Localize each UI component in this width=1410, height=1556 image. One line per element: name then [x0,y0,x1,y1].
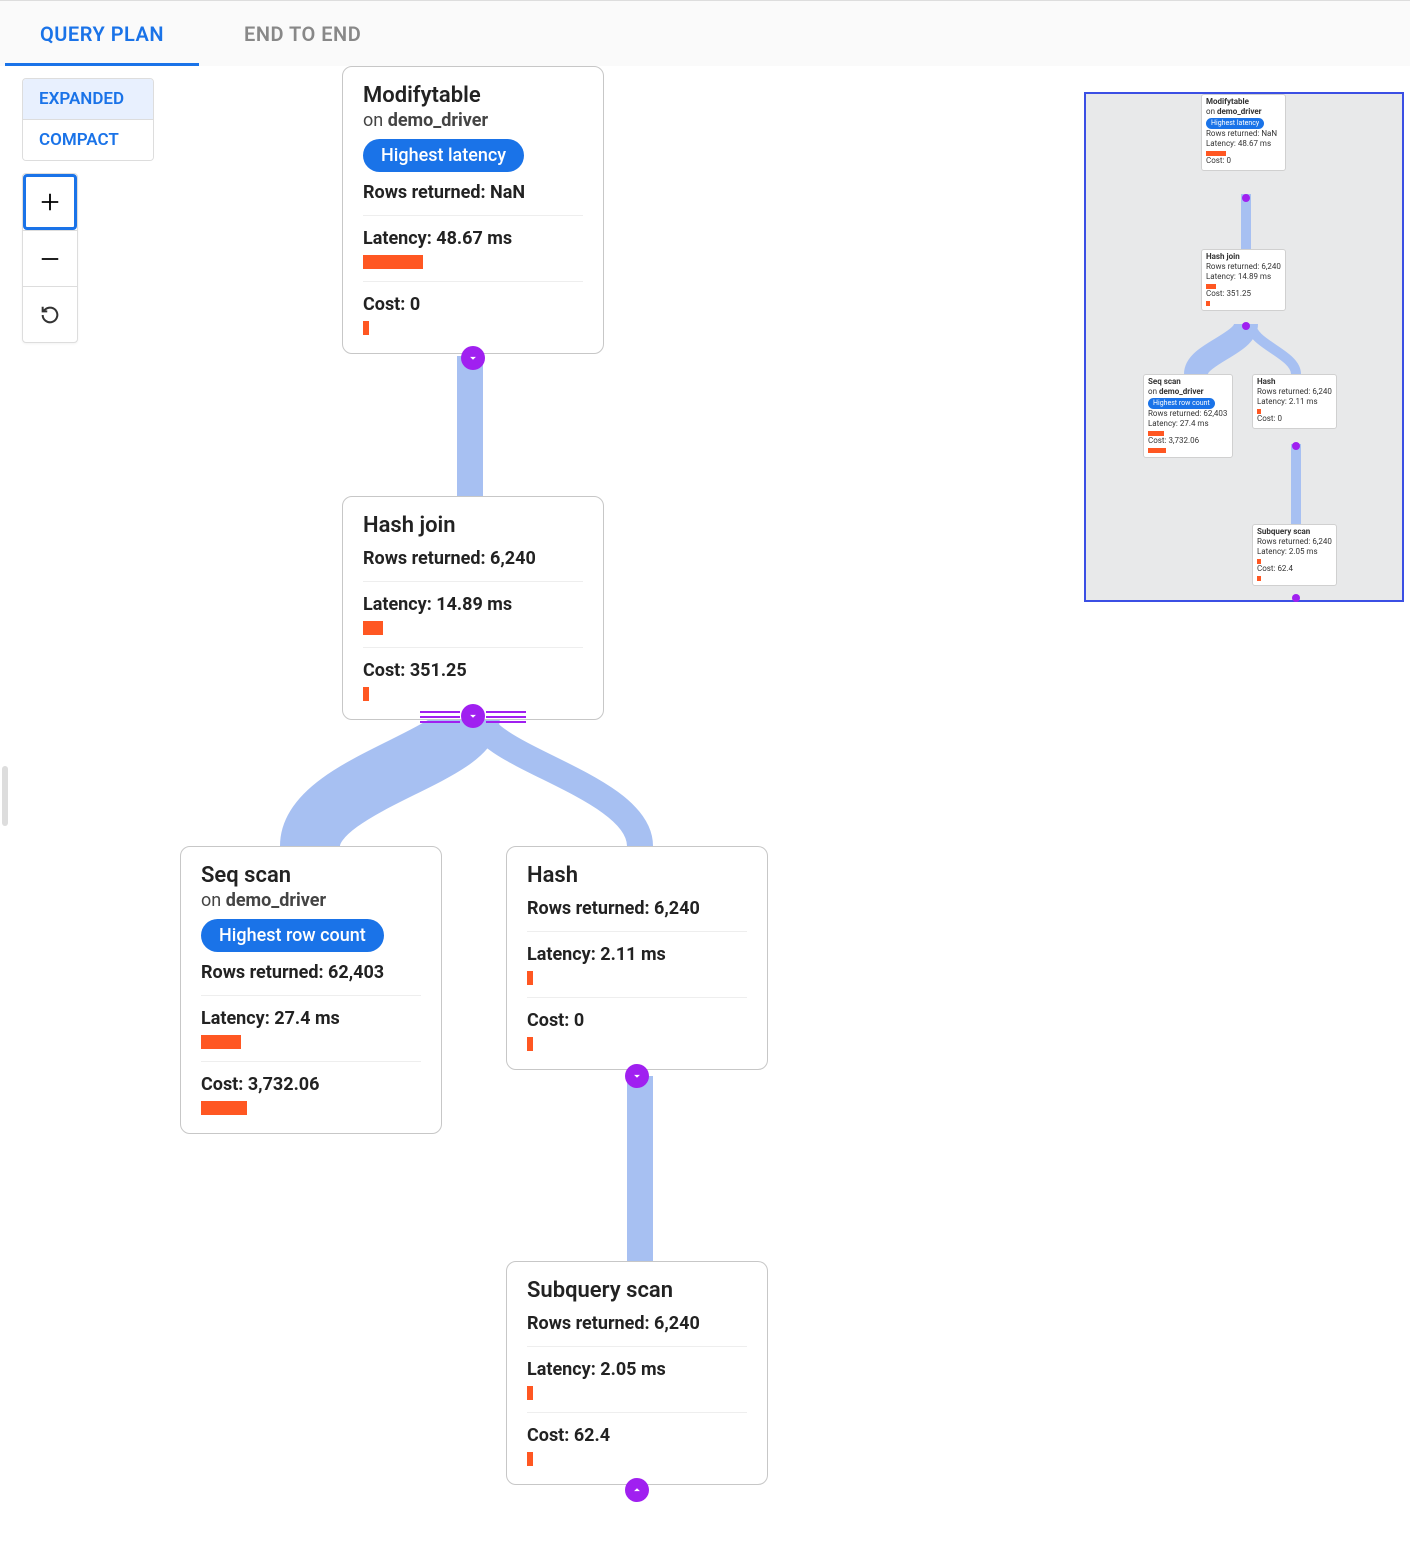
latency-label: Latency: 48.67 ms [363,228,583,249]
mini-chevron-icon [1242,322,1250,330]
node-hash[interactable]: Hash Rows returned: 6,240 Latency: 2.11 … [506,846,768,1070]
badge-highest-rowcount: Highest row count [201,919,384,952]
rows-label: Rows returned: 62,403 [201,962,421,983]
cost-bar [527,1037,533,1051]
side-controls: EXPANDED COMPACT [22,78,154,343]
rows-label: Rows returned: 6,240 [527,1313,747,1334]
zoom-controls [22,173,78,343]
chevron-up-icon[interactable] [625,1478,649,1502]
zoom-in-button[interactable] [23,174,77,230]
compact-button[interactable]: COMPACT [23,119,153,160]
node-divider-icon [420,716,460,718]
rows-label: Rows returned: NaN [363,182,583,203]
node-target: on demo_driver [201,890,421,911]
latency-label: Latency: 2.11 ms [527,944,747,965]
mini-chevron-icon [1292,594,1300,602]
cost-label: Cost: 0 [527,1010,747,1031]
chevron-down-icon[interactable] [461,704,485,728]
minus-icon [39,248,61,270]
node-divider-icon [486,716,526,718]
cost-label: Cost: 3,732.06 [201,1074,421,1095]
mini-chevron-icon [1292,442,1300,450]
latency-bar [527,971,533,985]
latency-label: Latency: 2.05 ms [527,1359,747,1380]
mini-chevron-icon [1242,194,1250,202]
node-title: Hash [527,863,747,888]
view-toggle: EXPANDED COMPACT [22,78,154,161]
chevron-down-icon[interactable] [625,1064,649,1088]
mini-node: Seq scan on demo_driver Highest row coun… [1143,374,1233,458]
cost-label: Cost: 351.25 [363,660,583,681]
node-subquery[interactable]: Subquery scan Rows returned: 6,240 Laten… [506,1261,768,1485]
mini-node: Hash join Rows returned: 6,240 Latency: … [1201,249,1286,311]
node-modifytable[interactable]: Modifytable on demo_driver Highest laten… [342,66,604,354]
plan-canvas[interactable]: EXPANDED COMPACT Modifytable on demo_dri… [0,66,1410,1556]
node-title: Hash join [363,513,583,538]
latency-bar [527,1386,533,1400]
latency-bar [201,1035,241,1049]
mini-node: Modifytable on demo_driver Highest laten… [1201,94,1286,171]
latency-label: Latency: 14.89 ms [363,594,583,615]
tabs: QUERY PLAN END TO END [0,1,1410,67]
tab-query-plan[interactable]: QUERY PLAN [0,1,204,66]
zoom-out-button[interactable] [23,230,77,286]
node-title: Seq scan [201,863,421,888]
reset-button[interactable] [23,286,77,342]
minimap[interactable]: Modifytable on demo_driver Highest laten… [1084,92,1404,602]
cost-label: Cost: 62.4 [527,1425,747,1446]
tab-end-to-end[interactable]: END TO END [204,1,401,66]
plus-icon [39,191,61,213]
drag-handle[interactable] [2,766,8,826]
mini-node: Hash Rows returned: 6,240 Latency: 2.11 … [1252,374,1337,429]
node-seqscan[interactable]: Seq scan on demo_driver Highest row coun… [180,846,442,1134]
node-hashjoin[interactable]: Hash join Rows returned: 6,240 Latency: … [342,496,604,720]
latency-bar [363,621,383,635]
chevron-down-icon[interactable] [461,346,485,370]
cost-bar [363,687,369,701]
badge-highest-latency: Highest latency [363,139,524,172]
latency-label: Latency: 27.4 ms [201,1008,421,1029]
node-title: Subquery scan [527,1278,747,1303]
cost-bar [201,1101,247,1115]
cost-bar [527,1452,533,1466]
cost-label: Cost: 0 [363,294,583,315]
cost-bar [363,321,369,335]
rows-label: Rows returned: 6,240 [363,548,583,569]
reset-icon [39,304,61,326]
mini-node: Subquery scan Rows returned: 6,240 Laten… [1252,524,1337,586]
rows-label: Rows returned: 6,240 [527,898,747,919]
node-title: Modifytable [363,83,583,108]
latency-bar [363,255,423,269]
node-target: on demo_driver [363,110,583,131]
expanded-button[interactable]: EXPANDED [23,79,153,119]
